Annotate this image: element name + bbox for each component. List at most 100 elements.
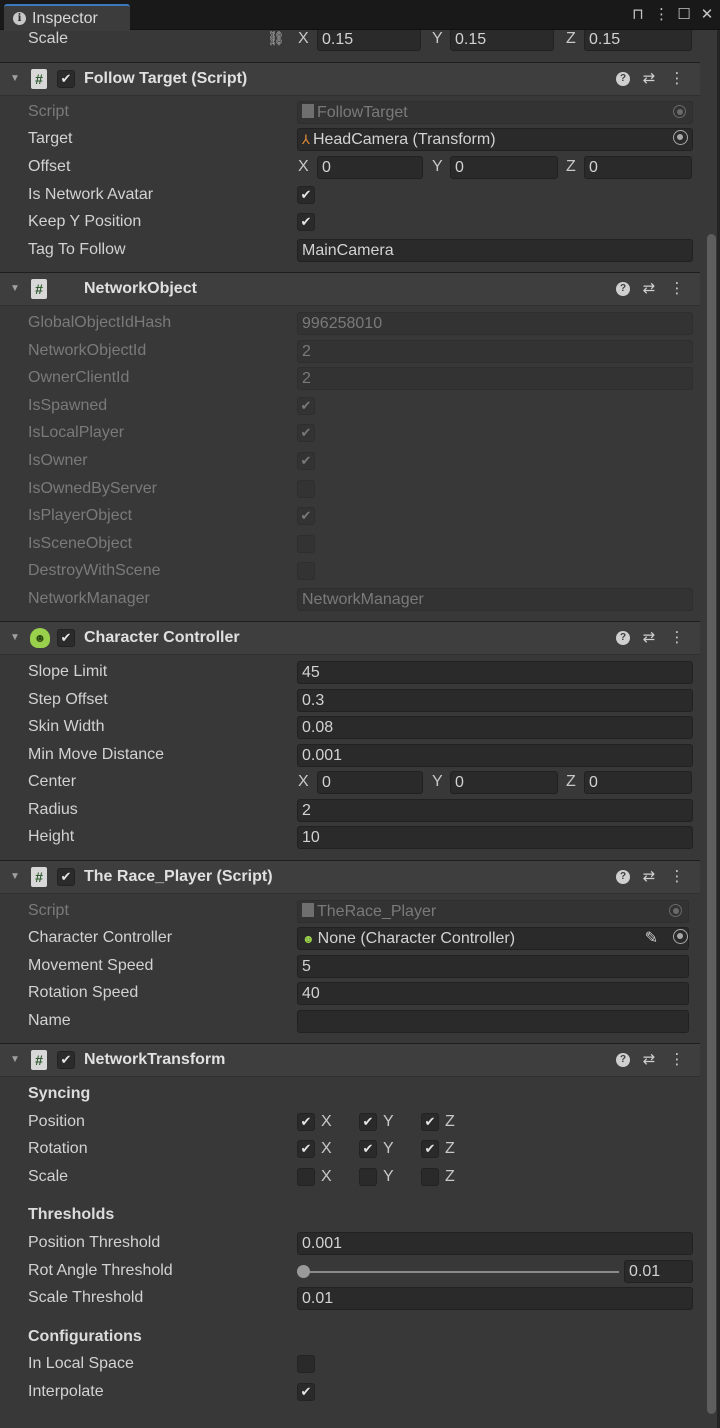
scale-y-field[interactable]: 0.15: [450, 30, 554, 51]
maximize-icon[interactable]: ☐: [677, 5, 691, 23]
owner-client-id-row: OwnerClientId 2: [0, 365, 700, 392]
vertical-scrollbar[interactable]: [707, 234, 716, 1414]
center-z-field[interactable]: 0: [584, 771, 692, 794]
component-menu-icon[interactable]: ⋮: [668, 867, 686, 885]
help-icon[interactable]: ?: [616, 631, 630, 645]
help-icon[interactable]: ?: [616, 870, 630, 884]
slope-limit-field[interactable]: 45: [297, 661, 693, 684]
min-move-distance-row: Min Move Distance 0.001: [0, 742, 700, 769]
syncing-label: Syncing: [28, 1085, 91, 1102]
foldout-arrow-icon[interactable]: ▼: [10, 632, 20, 643]
inspector-title-bar: i Inspector ⊓ ⋮ ☐ ✕: [0, 0, 720, 31]
presets-icon[interactable]: ⇄: [640, 279, 658, 297]
help-icon[interactable]: ?: [616, 282, 630, 296]
center-y-axis-label[interactable]: Y: [432, 773, 443, 791]
network-transform-enabled-checkbox[interactable]: ✔: [57, 1051, 75, 1069]
keep-y-position-checkbox[interactable]: ✔: [297, 213, 315, 231]
presets-icon[interactable]: ⇄: [640, 867, 658, 885]
follow-target-header[interactable]: ▼ # ✔ Follow Target (Script) ? ⇄ ⋮: [0, 62, 700, 96]
sync-scale-y-checkbox[interactable]: [359, 1168, 377, 1186]
help-icon[interactable]: ?: [616, 72, 630, 86]
is-network-avatar-checkbox[interactable]: ✔: [297, 186, 315, 204]
center-x-axis-label[interactable]: X: [298, 773, 309, 791]
component-menu-icon[interactable]: ⋮: [668, 628, 686, 646]
sync-scale-x-label: X: [321, 1168, 332, 1185]
movement-speed-field[interactable]: 5: [297, 955, 689, 978]
rot-angle-threshold-slider-track[interactable]: [297, 1271, 619, 1273]
character-controller-header[interactable]: ▼ ☻ ✔ Character Controller ? ⇄ ⋮: [0, 621, 700, 655]
sync-scale-z-checkbox[interactable]: [421, 1168, 439, 1186]
presets-icon[interactable]: ⇄: [640, 628, 658, 646]
scale-y-axis-label[interactable]: Y: [432, 30, 443, 48]
skin-width-field[interactable]: 0.08: [297, 716, 693, 739]
race-character-controller-field[interactable]: ☻ None (Character Controller): [297, 927, 689, 950]
foldout-arrow-icon[interactable]: ▼: [10, 73, 20, 84]
sync-rotation-y-checkbox[interactable]: ✔: [359, 1140, 377, 1158]
follow-target-enabled-checkbox[interactable]: ✔: [57, 70, 75, 88]
height-label: Height: [28, 828, 75, 845]
sync-scale-x-checkbox[interactable]: [297, 1168, 315, 1186]
step-offset-field[interactable]: 0.3: [297, 689, 693, 712]
scale-x-axis-label[interactable]: X: [298, 30, 309, 48]
offset-z-axis-label[interactable]: Z: [566, 158, 576, 176]
rotation-speed-field[interactable]: 40: [297, 982, 689, 1005]
network-transform-header[interactable]: ▼ # ✔ NetworkTransform ? ⇄ ⋮: [0, 1043, 700, 1077]
constrain-proportions-icon[interactable]: ⛓: [267, 30, 285, 47]
foldout-arrow-icon[interactable]: ▼: [10, 871, 20, 882]
tab-inspector-label: Inspector: [32, 9, 98, 27]
presets-icon[interactable]: ⇄: [640, 69, 658, 87]
interpolate-checkbox[interactable]: ✔: [297, 1383, 315, 1401]
center-z-axis-label[interactable]: Z: [566, 773, 576, 791]
rot-angle-threshold-field[interactable]: 0.01: [624, 1260, 693, 1283]
close-icon[interactable]: ✕: [700, 5, 714, 23]
character-controller-title: Character Controller: [84, 629, 240, 646]
presets-icon[interactable]: ⇄: [640, 1050, 658, 1068]
sync-rotation-z-checkbox[interactable]: ✔: [421, 1140, 439, 1158]
is-player-object-checkbox: ✔: [297, 507, 315, 525]
tag-to-follow-field[interactable]: MainCamera: [297, 239, 693, 262]
scale-z-field[interactable]: 0.15: [584, 30, 692, 51]
center-y-field[interactable]: 0: [450, 771, 558, 794]
offset-z-field[interactable]: 0: [584, 156, 692, 179]
target-picker-icon[interactable]: [673, 130, 688, 145]
character-controller-enabled-checkbox[interactable]: ✔: [57, 629, 75, 647]
scale-z-axis-label[interactable]: Z: [566, 30, 576, 48]
min-move-distance-field[interactable]: 0.001: [297, 744, 693, 767]
foldout-arrow-icon[interactable]: ▼: [10, 1054, 20, 1065]
pencil-icon[interactable]: ✎: [645, 928, 658, 948]
offset-y-axis-label[interactable]: Y: [432, 158, 443, 176]
race-player-header[interactable]: ▼ # ✔ The Race_Player (Script) ? ⇄ ⋮: [0, 860, 700, 894]
network-object-header[interactable]: ▼ # NetworkObject ? ⇄ ⋮: [0, 272, 700, 306]
component-menu-icon[interactable]: ⋮: [668, 69, 686, 87]
name-field[interactable]: [297, 1010, 689, 1033]
rot-angle-threshold-slider-handle[interactable]: [297, 1265, 310, 1278]
radius-field[interactable]: 2: [297, 799, 693, 822]
info-icon: i: [13, 12, 26, 25]
race-player-enabled-checkbox[interactable]: ✔: [57, 868, 75, 886]
tab-inspector[interactable]: i Inspector: [4, 4, 130, 31]
sync-position-z-checkbox[interactable]: ✔: [421, 1113, 439, 1131]
global-object-id-hash-label: GlobalObjectIdHash: [28, 314, 172, 331]
scale-threshold-field[interactable]: 0.01: [297, 1287, 693, 1310]
owner-client-id-field: 2: [297, 367, 693, 390]
in-local-space-checkbox[interactable]: [297, 1355, 315, 1373]
sync-rotation-x-checkbox[interactable]: ✔: [297, 1140, 315, 1158]
component-menu-icon[interactable]: ⋮: [668, 279, 686, 297]
sync-position-x-checkbox[interactable]: ✔: [297, 1113, 315, 1131]
sync-position-y-checkbox[interactable]: ✔: [359, 1113, 377, 1131]
script-object-field: FollowTarget: [297, 101, 693, 124]
offset-x-field[interactable]: 0: [317, 156, 423, 179]
help-icon[interactable]: ?: [616, 1053, 630, 1067]
kebab-menu-icon[interactable]: ⋮: [654, 5, 669, 23]
foldout-arrow-icon[interactable]: ▼: [10, 283, 20, 294]
race-character-controller-picker-icon[interactable]: [673, 929, 688, 944]
height-field[interactable]: 10: [297, 826, 693, 849]
lock-icon[interactable]: ⊓: [631, 5, 645, 23]
component-menu-icon[interactable]: ⋮: [668, 1050, 686, 1068]
offset-y-field[interactable]: 0: [450, 156, 558, 179]
center-x-field[interactable]: 0: [317, 771, 423, 794]
offset-x-axis-label[interactable]: X: [298, 158, 309, 176]
target-object-field[interactable]: ⅄ HeadCamera (Transform): [297, 128, 693, 151]
position-threshold-field[interactable]: 0.001: [297, 1232, 693, 1255]
scale-x-field[interactable]: 0.15: [317, 30, 421, 51]
